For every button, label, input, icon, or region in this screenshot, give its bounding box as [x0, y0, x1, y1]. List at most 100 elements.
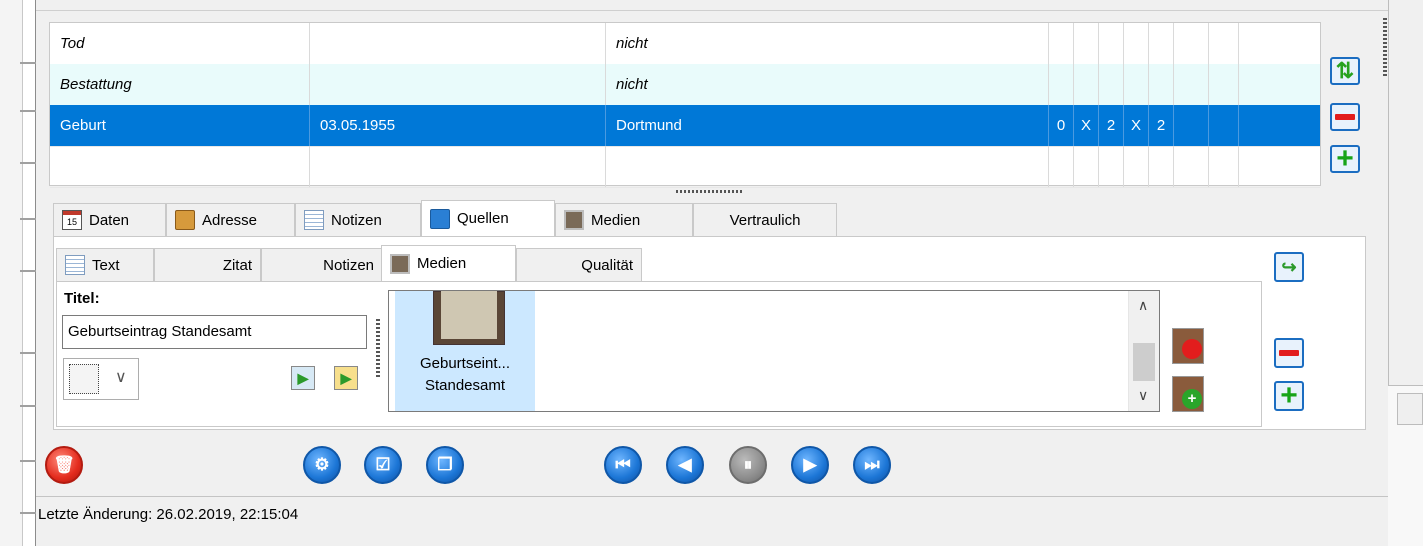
- tab-label: Zitat: [222, 256, 252, 274]
- tab-label: Daten: [89, 211, 130, 229]
- document-icon: [65, 255, 85, 275]
- pause-icon: ⏸: [743, 455, 753, 474]
- scroll-down-icon: ∨: [1138, 387, 1149, 403]
- tab-qualitaet[interactable]: Qualität: [516, 248, 642, 281]
- flag-cell: [1124, 146, 1149, 187]
- add-circle-icon: +: [1182, 389, 1202, 409]
- flag-cell: [1209, 105, 1239, 146]
- remove-source-button[interactable]: [1274, 338, 1304, 368]
- media-list[interactable]: Geburtseint... Standesamt: [388, 290, 1160, 412]
- flag-cell: 2: [1099, 105, 1124, 146]
- scroll-thumb[interactable]: [1133, 343, 1155, 381]
- minus-icon: [1279, 350, 1299, 356]
- media-item[interactable]: Geburtseint... Standesamt: [395, 291, 535, 411]
- tab-label: Medien: [417, 255, 467, 272]
- confirm-button[interactable]: ☑: [364, 446, 402, 484]
- tab-adresse[interactable]: Adresse: [166, 203, 295, 236]
- media-caption-line1: Geburtseint...: [419, 355, 511, 372]
- chevron-down-icon: ∨: [115, 369, 127, 386]
- flag-cell: [1124, 23, 1149, 64]
- tab-label: Quellen: [457, 210, 509, 227]
- tab-medien-inner[interactable]: Medien: [381, 245, 516, 281]
- flag-cell: [1174, 23, 1209, 64]
- arrow-right-icon: ↪: [1281, 256, 1297, 277]
- import-image-button[interactable]: ▶: [291, 366, 315, 390]
- table-row[interactable]: Bestattung nicht: [50, 64, 1320, 106]
- address-book-icon: [175, 210, 195, 230]
- title-input[interactable]: Geburtseintrag Standesamt: [62, 315, 367, 349]
- flag-cell: [1209, 23, 1239, 64]
- tab-label: Qualität: [581, 256, 633, 274]
- flag-cell: [1124, 64, 1149, 105]
- date-cell: [310, 146, 606, 187]
- folder-arrow-icon: ▶: [340, 369, 352, 386]
- plus-icon: +: [1280, 379, 1298, 412]
- media-list-scrollbar[interactable]: ∧ ∨: [1128, 291, 1159, 411]
- event-cell: Bestattung: [50, 64, 310, 105]
- media-splitter-grip[interactable]: [376, 319, 380, 377]
- flag-cell: [1209, 146, 1239, 187]
- previous-record-button[interactable]: ◀: [666, 446, 704, 484]
- flag-cell: [1149, 64, 1174, 105]
- flag-cell: [1174, 64, 1209, 105]
- image-import-icon: ▶: [297, 369, 309, 386]
- table-row-selected[interactable]: Geburt 03.05.1955 Dortmund 0 X 2 X 2: [50, 105, 1320, 147]
- pause-button[interactable]: ⏸: [729, 446, 767, 484]
- tab-text[interactable]: Text: [56, 248, 154, 281]
- flag-cell: [1209, 64, 1239, 105]
- tab-label: Adresse: [202, 211, 258, 229]
- media-caption: Geburtseint... Standesamt: [395, 353, 535, 397]
- flag-cell: X: [1074, 105, 1099, 146]
- horizontal-splitter-grip[interactable]: [676, 190, 742, 193]
- flag-cell: [1074, 146, 1099, 187]
- first-record-button[interactable]: ⏮: [604, 446, 642, 484]
- event-cell: [50, 146, 310, 187]
- settings-button[interactable]: ⚙: [303, 446, 341, 484]
- tab-medien[interactable]: Medien: [555, 203, 693, 236]
- next-icon: ▶: [803, 455, 817, 474]
- calendar-day-number: 15: [66, 217, 77, 227]
- scroll-up-icon: ∧: [1138, 297, 1149, 313]
- last-change-text: Letzte Änderung: 26.02.2019, 22:15:04: [38, 506, 299, 523]
- photo-icon: [564, 210, 584, 230]
- refresh-button[interactable]: ⇅: [1330, 57, 1360, 85]
- flag-cell: [1049, 146, 1074, 187]
- media-type-combobox[interactable]: ∨: [63, 358, 139, 400]
- vertical-splitter-grip[interactable]: [1383, 18, 1387, 78]
- photo-icon: [390, 253, 410, 274]
- add-event-button[interactable]: +: [1330, 144, 1360, 174]
- checkbox-icon: ☑: [375, 455, 391, 474]
- flag-cell: [1049, 23, 1074, 64]
- event-cell: Geburt: [50, 105, 310, 146]
- date-cell: [310, 64, 606, 105]
- table-row[interactable]: Tod nicht: [50, 23, 1320, 65]
- goto-source-button[interactable]: ↪: [1274, 252, 1304, 282]
- delete-button[interactable]: 🗑: [45, 446, 83, 484]
- next-record-button[interactable]: ▶: [791, 446, 829, 484]
- remove-event-button[interactable]: [1330, 103, 1360, 131]
- left-background-strip: [0, 0, 36, 546]
- tab-zitat[interactable]: Zitat: [154, 248, 261, 281]
- add-media-button[interactable]: +: [1172, 376, 1204, 412]
- refresh-icon: ⇅: [1335, 58, 1355, 83]
- place-cell: nicht: [606, 64, 1049, 105]
- event-cell: Tod: [50, 23, 310, 64]
- events-table: Tod nicht Bestattung nicht Geburt 03.05.…: [49, 22, 1321, 188]
- add-source-button[interactable]: +: [1274, 381, 1304, 411]
- last-record-button[interactable]: ⏭: [853, 446, 891, 484]
- copy-button[interactable]: ❐: [426, 446, 464, 484]
- remove-media-button[interactable]: [1172, 328, 1204, 364]
- note-icon: [304, 210, 324, 230]
- file-type-icon: [69, 364, 99, 394]
- flag-cell: [1174, 105, 1209, 146]
- skip-last-icon: ⏭: [864, 455, 880, 474]
- tab-notizen[interactable]: Notizen: [295, 203, 421, 236]
- open-folder-button[interactable]: ▶: [334, 366, 358, 390]
- tab-daten[interactable]: 15 Daten: [53, 203, 166, 236]
- tab-notizen-inner[interactable]: Notizen: [261, 248, 383, 281]
- tab-vertraulich[interactable]: Vertraulich: [693, 203, 837, 236]
- flag-cell: [1174, 146, 1209, 187]
- copy-icon: ❐: [437, 455, 453, 474]
- table-row[interactable]: [50, 146, 1320, 188]
- tab-quellen[interactable]: Quellen: [421, 200, 555, 236]
